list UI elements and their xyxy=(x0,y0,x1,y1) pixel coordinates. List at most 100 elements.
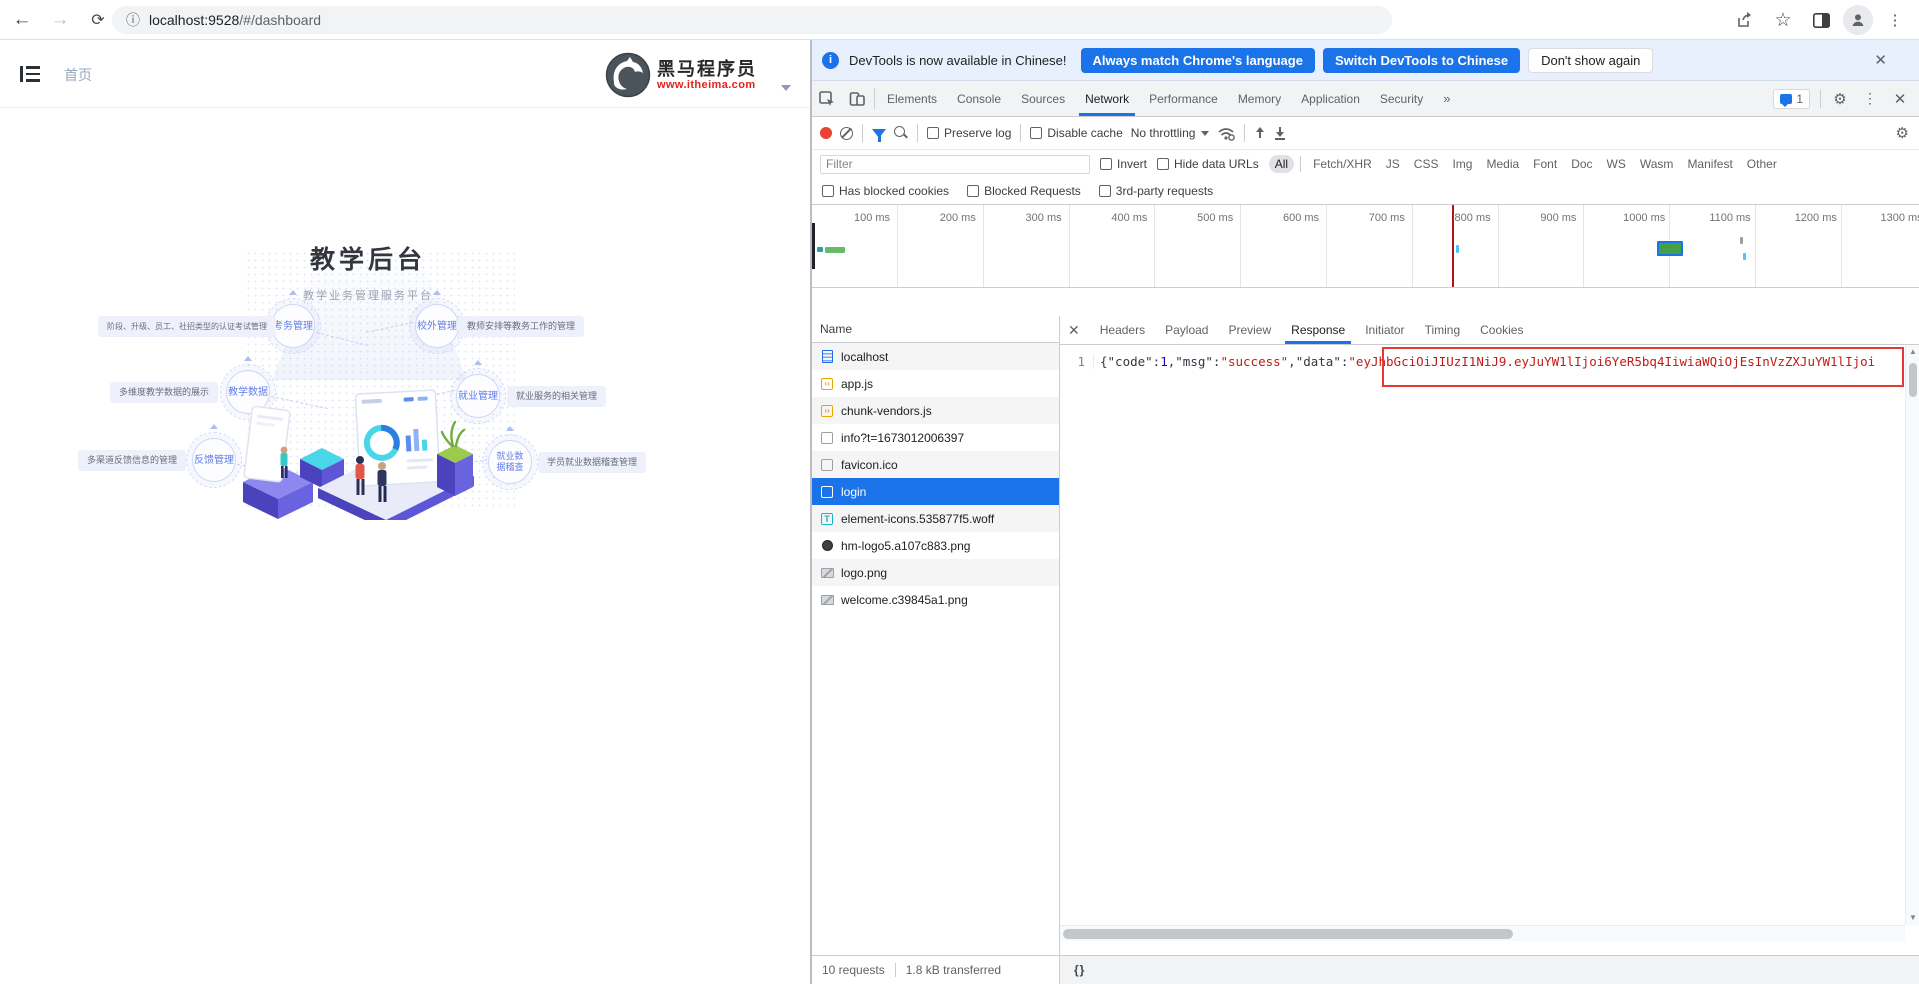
request-row-app-js[interactable]: ‹›app.js xyxy=(812,370,1059,397)
reload-icon[interactable]: ⟳ xyxy=(82,4,114,36)
feature-circle-1[interactable]: 考务管理 xyxy=(271,304,315,348)
tab-sources[interactable]: Sources xyxy=(1011,81,1075,116)
filter-type-other[interactable]: Other xyxy=(1741,155,1783,173)
request-row-logo-png[interactable]: logo.png xyxy=(812,559,1059,586)
filter-input[interactable] xyxy=(820,155,1090,174)
detail-close-icon[interactable]: ✕ xyxy=(1060,316,1090,344)
response-horizontal-scrollbar[interactable] xyxy=(1060,925,1905,941)
feature-circle-2[interactable]: 校外管理 xyxy=(415,304,459,348)
network-conditions-icon[interactable] xyxy=(1217,126,1235,141)
detail-tab-response[interactable]: Response xyxy=(1281,316,1355,344)
request-name: hm-logo5.a107c883.png xyxy=(841,539,970,553)
tab-elements[interactable]: Elements xyxy=(877,81,947,116)
profile-avatar[interactable] xyxy=(1843,5,1873,35)
horizontal-scroll-thumb[interactable] xyxy=(1063,929,1513,939)
dont-show-again-button[interactable]: Don't show again xyxy=(1528,48,1653,73)
filter-type-js[interactable]: JS xyxy=(1380,155,1406,173)
switch-to-chinese-button[interactable]: Switch DevTools to Chinese xyxy=(1323,48,1520,73)
request-row-favicon-ico[interactable]: favicon.ico xyxy=(812,451,1059,478)
detail-tab-initiator[interactable]: Initiator xyxy=(1355,316,1414,344)
request-row-chunk-vendors-js[interactable]: ‹›chunk-vendors.js xyxy=(812,397,1059,424)
invert-checkbox[interactable]: Invert xyxy=(1100,157,1147,171)
tab-console[interactable]: Console xyxy=(947,81,1011,116)
import-har-icon[interactable] xyxy=(1254,127,1266,140)
search-icon[interactable] xyxy=(894,126,908,140)
feature-label-2: 教师安排等教务工作的管理 xyxy=(458,316,584,337)
request-row-hm-logo5-a107c883-png[interactable]: hm-logo5.a107c883.png xyxy=(812,532,1059,559)
tab-application[interactable]: Application xyxy=(1291,81,1370,116)
request-row-login[interactable]: login xyxy=(812,478,1059,505)
export-har-icon[interactable] xyxy=(1274,127,1286,140)
tab-performance[interactable]: Performance xyxy=(1139,81,1228,116)
request-row-localhost[interactable]: localhost xyxy=(812,343,1059,370)
timeline-handle[interactable] xyxy=(812,223,815,269)
filter-type-fetchxhr[interactable]: Fetch/XHR xyxy=(1307,155,1378,173)
bookmark-star-icon[interactable]: ☆ xyxy=(1767,4,1799,36)
browser-menu-icon[interactable]: ⋮ xyxy=(1879,4,1911,36)
devtools-menu-icon[interactable]: ⋮ xyxy=(1855,90,1885,107)
side-panel-icon[interactable] xyxy=(1805,4,1837,36)
throttling-select[interactable]: No throttling xyxy=(1131,126,1210,140)
request-row-info-t-1673012006397[interactable]: info?t=1673012006397 xyxy=(812,424,1059,451)
disable-cache-checkbox[interactable]: Disable cache xyxy=(1030,126,1122,140)
record-network-log-icon[interactable] xyxy=(820,127,832,139)
scroll-down-icon[interactable]: ▼ xyxy=(1906,911,1919,925)
response-vertical-scrollbar[interactable]: ▲ ▼ xyxy=(1905,345,1919,925)
banner-close-icon[interactable]: ✕ xyxy=(1874,51,1887,69)
response-body[interactable]: 1 {"code":1,"msg":"success","data":"eyJh… xyxy=(1060,345,1905,925)
logo-caret-icon[interactable] xyxy=(781,85,791,91)
filter-type-img[interactable]: Img xyxy=(1446,155,1478,173)
filter-type-css[interactable]: CSS xyxy=(1408,155,1445,173)
tab-network[interactable]: Network xyxy=(1075,81,1139,116)
request-row-welcome-c39845a1-png[interactable]: welcome.c39845a1.png xyxy=(812,586,1059,613)
feature-circle-6[interactable]: 就业数据稽查 xyxy=(488,440,532,484)
back-icon[interactable]: ← xyxy=(6,4,38,36)
blocked-requests-checkbox[interactable]: Blocked Requests xyxy=(967,184,1081,198)
detail-tab-timing[interactable]: Timing xyxy=(1415,316,1471,344)
breadcrumb[interactable]: 首页 xyxy=(64,65,92,85)
address-bar[interactable]: ⓘ localhost:9528/#/dashboard xyxy=(112,6,1392,34)
network-settings-icon[interactable]: ⚙ xyxy=(1896,124,1909,142)
forward-icon[interactable]: → xyxy=(44,4,76,36)
clear-network-log-icon[interactable] xyxy=(840,127,853,140)
has-blocked-cookies-checkbox[interactable]: Has blocked cookies xyxy=(822,184,949,198)
request-row-element-icons-535877f5-woff[interactable]: Telement-icons.535877f5.woff xyxy=(812,505,1059,532)
transferred-size: 1.8 kB transferred xyxy=(906,963,1001,977)
network-overview-timeline[interactable]: 100 ms200 ms300 ms400 ms500 ms600 ms700 … xyxy=(812,205,1919,288)
detail-tab-headers[interactable]: Headers xyxy=(1090,316,1155,344)
hide-data-urls-checkbox[interactable]: Hide data URLs xyxy=(1157,157,1259,171)
filter-type-doc[interactable]: Doc xyxy=(1565,155,1598,173)
match-language-button[interactable]: Always match Chrome's language xyxy=(1081,48,1315,73)
third-party-requests-checkbox[interactable]: 3rd-party requests xyxy=(1099,184,1213,198)
detail-tab-cookies[interactable]: Cookies xyxy=(1470,316,1533,344)
sidebar-toggle-icon[interactable] xyxy=(20,66,40,82)
tab-security[interactable]: Security xyxy=(1370,81,1433,116)
vertical-scroll-thumb[interactable] xyxy=(1909,363,1917,397)
detail-tab-payload[interactable]: Payload xyxy=(1155,316,1218,344)
devtools-settings-icon[interactable]: ⚙ xyxy=(1825,90,1855,108)
filter-type-manifest[interactable]: Manifest xyxy=(1681,155,1738,173)
filter-type-media[interactable]: Media xyxy=(1480,155,1525,173)
filter-type-ws[interactable]: WS xyxy=(1601,155,1632,173)
device-toolbar-icon[interactable] xyxy=(842,81,872,116)
issues-badge[interactable]: 1 xyxy=(1773,89,1810,109)
app-logo[interactable]: 黑马程序员 www.itheima.com xyxy=(605,49,805,101)
tab-memory[interactable]: Memory xyxy=(1228,81,1291,116)
filter-type-all[interactable]: All xyxy=(1269,155,1294,173)
scroll-up-icon[interactable]: ▲ xyxy=(1906,345,1919,359)
detail-tab-preview[interactable]: Preview xyxy=(1218,316,1281,344)
devtools-close-icon[interactable]: ✕ xyxy=(1885,90,1915,108)
share-icon[interactable] xyxy=(1729,4,1761,36)
filter-type-wasm[interactable]: Wasm xyxy=(1634,155,1680,173)
filter-icon[interactable] xyxy=(872,129,886,138)
site-info-icon[interactable]: ⓘ xyxy=(126,10,140,30)
request-list-header[interactable]: Name xyxy=(812,316,1059,343)
script-icon: ‹› xyxy=(820,404,834,418)
preserve-log-checkbox[interactable]: Preserve log xyxy=(927,126,1011,140)
filter-type-font[interactable]: Font xyxy=(1527,155,1563,173)
pretty-print-button[interactable]: {} xyxy=(1074,963,1085,977)
inspect-element-icon[interactable] xyxy=(812,81,842,116)
timeline-selected-request-bar[interactable] xyxy=(1657,241,1683,256)
more-tabs-icon[interactable]: » xyxy=(1433,81,1460,116)
feature-circle-5[interactable]: 反馈管理 xyxy=(192,438,236,482)
